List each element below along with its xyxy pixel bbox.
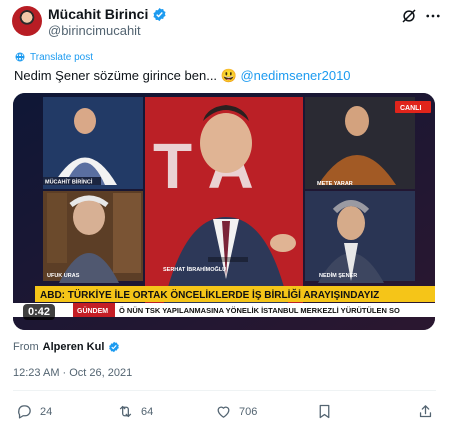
bookmark-icon	[319, 404, 330, 419]
attribution-prefix: From	[13, 341, 39, 353]
like-button[interactable]: 706	[215, 403, 257, 420]
panel-name-1: MÜCAHİT BİRİNCİ	[45, 179, 93, 186]
panel-name-2: METE YARAR	[317, 181, 353, 187]
translate-label[interactable]: Translate post	[30, 52, 93, 63]
reply-count: 24	[40, 405, 53, 418]
repost-button[interactable]: 64	[117, 403, 153, 420]
author-name-row[interactable]: Mücahit Birinci	[48, 6, 167, 22]
video-frame: MÜCAHİT BİRİNCİ T A SERHAT İBRAHİMOĞLU C…	[13, 93, 435, 330]
emoji-smile: 😃	[220, 68, 237, 83]
author-display-name[interactable]: Mücahit Birinci	[48, 6, 148, 22]
action-bar: 24 64 706	[0, 398, 449, 426]
panel-name-3: UFUK URAS	[47, 273, 80, 279]
share-button[interactable]	[417, 403, 434, 420]
more-icon[interactable]	[424, 7, 442, 25]
share-icon	[419, 405, 432, 418]
bookmark-button[interactable]	[316, 403, 333, 420]
tweet-text: Nedim Şener sözüme girince ben... 😃 @ned…	[14, 67, 351, 84]
verified-icon	[109, 341, 120, 353]
grok-icon[interactable]	[400, 7, 418, 25]
panel-name-5: NEDİM ŞENER	[319, 272, 357, 279]
reply-button[interactable]: 24	[16, 403, 52, 420]
mention-link[interactable]: @nedimsener2010	[240, 68, 350, 83]
author-handle[interactable]: @birincimucahit	[48, 23, 141, 38]
ticker-section: GÜNDEM	[77, 306, 108, 315]
tweet-header: Mücahit Birinci @birincimucahit	[0, 0, 449, 48]
translate-post-link[interactable]: Translate post	[14, 51, 93, 63]
live-badge: CANLI	[400, 105, 421, 112]
ticker-headline: ABD: TÜRKİYE İLE ORTAK ÖNCELİKLERDE İŞ B…	[40, 288, 379, 301]
tweet-body: Nedim Şener sözüme girince ben...	[14, 68, 218, 83]
repost-icon	[119, 405, 132, 418]
like-icon	[217, 406, 230, 418]
ticker-crawl: Ö NÜN TSK YAPILANMASINA YÖNELİK İSTANBUL…	[119, 306, 400, 315]
divider	[13, 390, 436, 391]
like-count: 706	[239, 405, 258, 418]
video-player[interactable]: MÜCAHİT BİRİNCİ T A SERHAT İBRAHİMOĞLU C…	[13, 93, 435, 330]
avatar[interactable]	[12, 6, 42, 36]
translate-icon	[15, 52, 25, 62]
video-duration: 0:42	[23, 304, 56, 320]
media-attribution: From Alperen Kul	[13, 341, 120, 353]
repost-count: 64	[141, 405, 154, 418]
panel-name-4: SERHAT İBRAHİMOĞLU	[163, 265, 226, 273]
attribution-source[interactable]: Alperen Kul	[43, 341, 105, 353]
reply-icon	[18, 405, 31, 419]
verified-icon	[153, 7, 166, 21]
post-timestamp[interactable]: 12:23 AM · Oct 26, 2021	[13, 367, 132, 379]
